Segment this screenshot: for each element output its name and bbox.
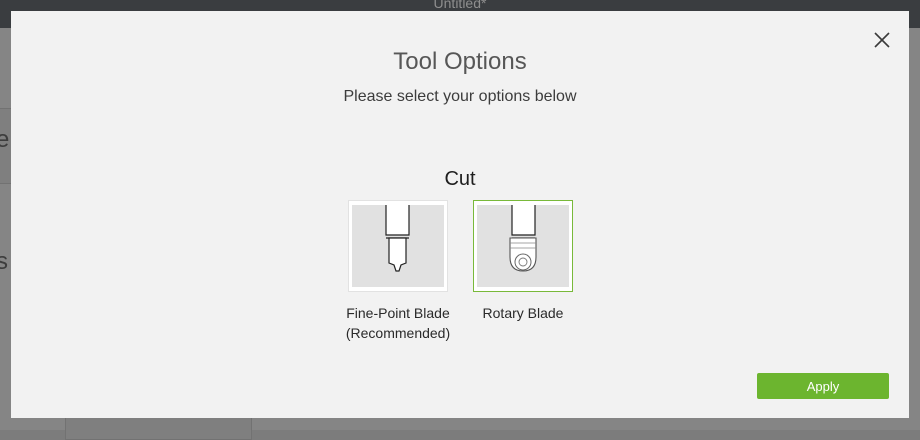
tool-options-dialog: Tool Options Please select your options … [11,11,909,418]
apply-button[interactable]: Apply [757,373,889,399]
fine-point-blade-option[interactable] [348,200,448,292]
rotary-blade-label[interactable]: Rotary Blade [448,303,598,323]
fine-point-blade-label-line2: (Recommended) [345,325,451,341]
close-icon [874,32,890,48]
rotary-blade-label-line1: Rotary Blade [482,305,564,321]
dialog-subtitle: Please select your options below [343,88,577,105]
fine-point-blade-image [352,205,444,287]
dialog-title: Tool Options [393,48,527,75]
app-document-title: Untitled* [433,0,487,11]
rotary-blade-image [477,205,569,287]
rotary-blade-icon [509,205,537,272]
cut-section-heading: Cut [444,168,476,190]
rotary-blade-option[interactable] [473,200,573,292]
background-partial-text: s [0,248,8,275]
background-partial-text: e [0,126,10,153]
close-button[interactable] [873,31,891,49]
fine-point-blade-icon [385,205,410,272]
